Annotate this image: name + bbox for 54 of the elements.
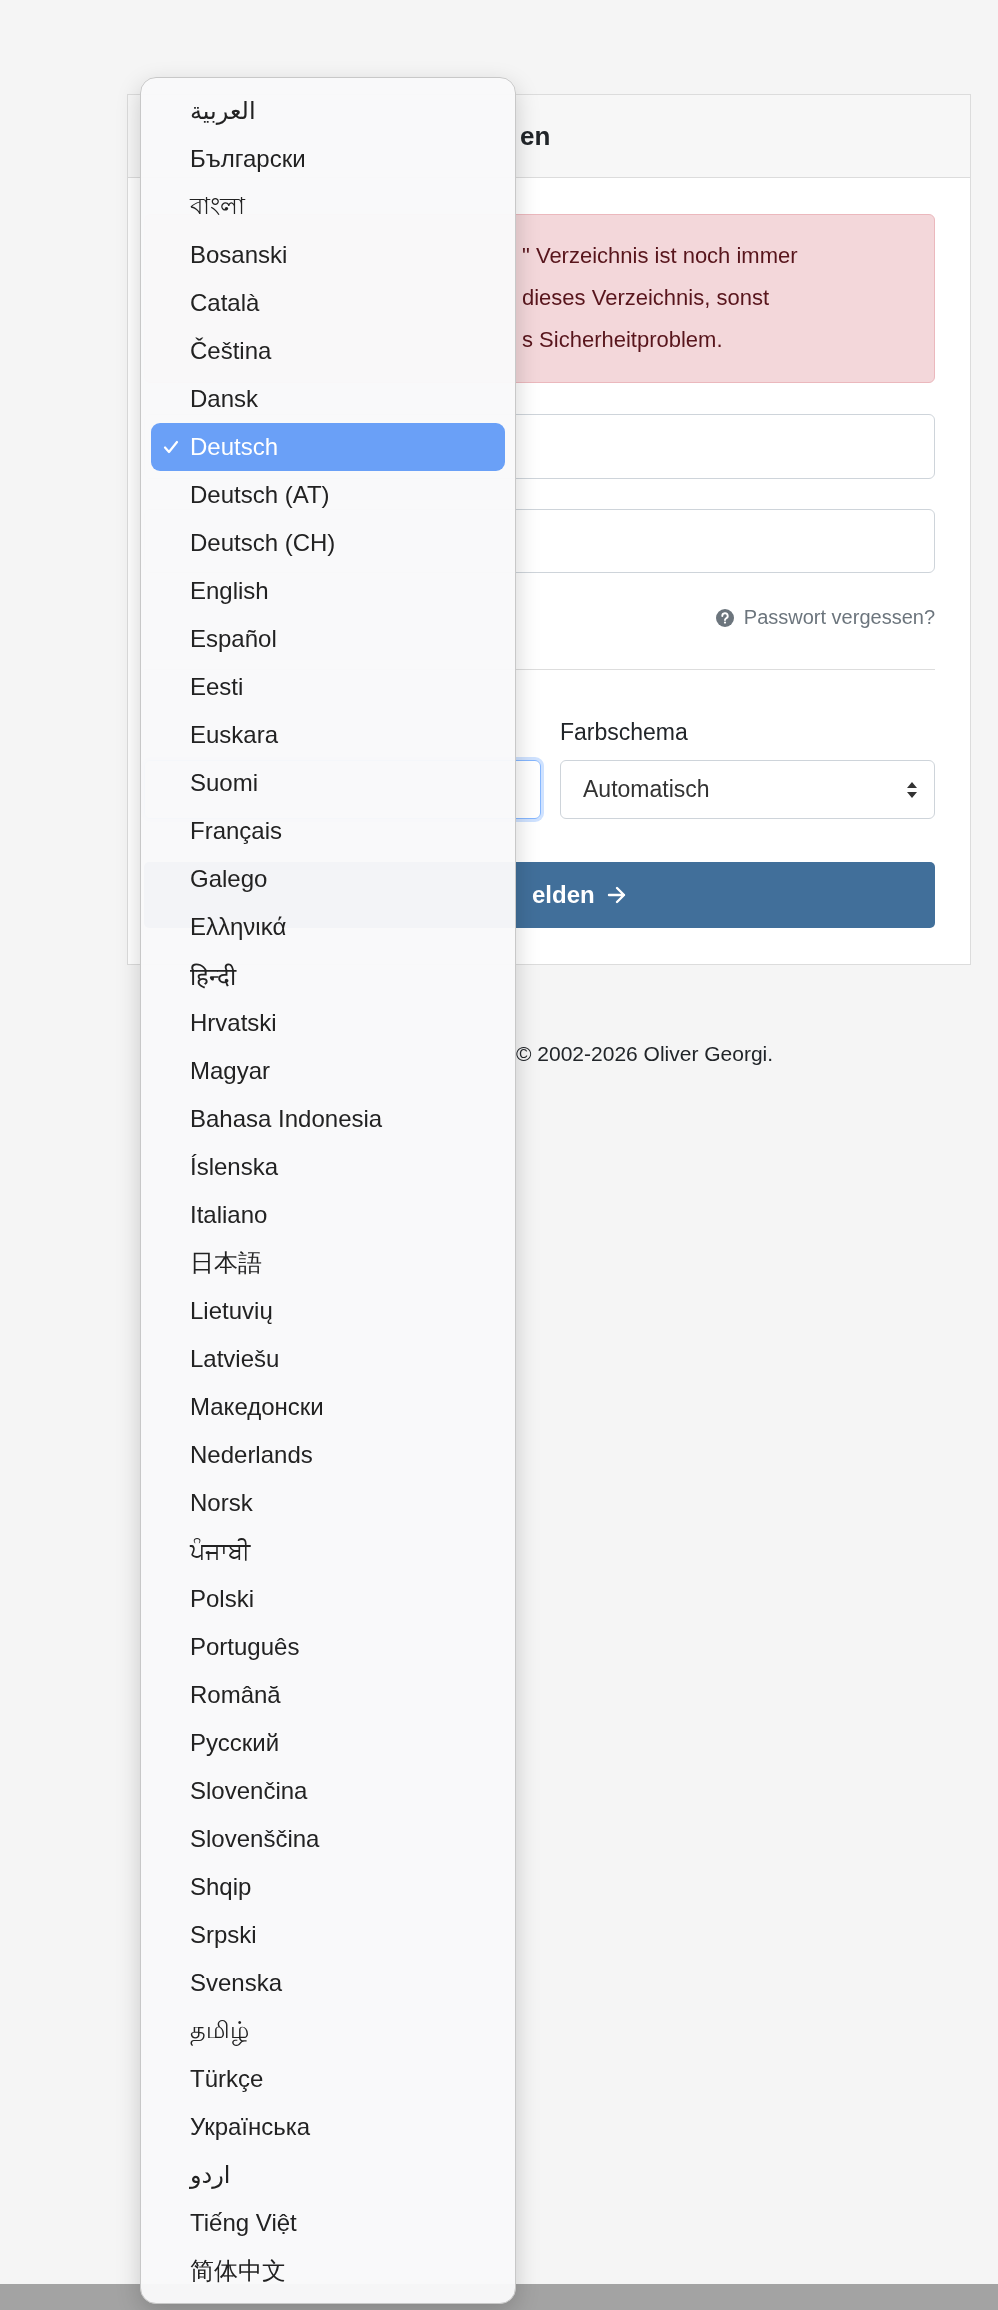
language-option[interactable]: Български: [151, 135, 505, 183]
forgot-password-link[interactable]: Passwort vergessen?: [743, 606, 935, 629]
alert-text: s Sicherheitproblem.: [522, 325, 723, 354]
copyright-text: © 2002-2026 Oliver Georgi.: [515, 1042, 775, 1066]
language-option[interactable]: Українська: [151, 2103, 505, 2151]
language-option[interactable]: English: [151, 567, 505, 615]
language-option[interactable]: Македонски: [151, 1383, 505, 1431]
language-option[interactable]: 日本語: [151, 1239, 505, 1287]
language-option[interactable]: Čeština: [151, 327, 505, 375]
language-option[interactable]: Română: [151, 1671, 505, 1719]
language-option[interactable]: Bahasa Indonesia: [151, 1095, 505, 1143]
language-option[interactable]: தமிழ்: [151, 2007, 505, 2055]
language-option[interactable]: Slovenščina: [151, 1815, 505, 1863]
language-option[interactable]: Türkçe: [151, 2055, 505, 2103]
language-option[interactable]: Tiếng Việt: [151, 2199, 505, 2247]
language-option[interactable]: اردو: [151, 2151, 505, 2199]
language-option[interactable]: العربية: [151, 87, 505, 135]
language-option[interactable]: Hrvatski: [151, 999, 505, 1047]
language-option[interactable]: Magyar: [151, 1047, 505, 1095]
language-option[interactable]: Latviešu: [151, 1335, 505, 1383]
alert-text: dieses Verzeichnis, sonst: [522, 283, 770, 312]
language-option[interactable]: Slovenčina: [151, 1767, 505, 1815]
language-option[interactable]: Shqip: [151, 1863, 505, 1911]
language-option[interactable]: Català: [151, 279, 505, 327]
alert-text: " Verzeichnis ist noch immer: [522, 241, 798, 270]
language-option[interactable]: Euskara: [151, 711, 505, 759]
language-option[interactable]: Dansk: [151, 375, 505, 423]
language-option[interactable]: हिन्दी: [151, 951, 505, 999]
language-option[interactable]: ਪੰਜਾਬੀ: [151, 1527, 505, 1575]
language-option[interactable]: Nederlands: [151, 1431, 505, 1479]
select-label: Farbschema: [560, 719, 689, 746]
language-option[interactable]: Íslenska: [151, 1143, 505, 1191]
card-title: en: [520, 120, 551, 152]
language-option[interactable]: Suomi: [151, 759, 505, 807]
language-option[interactable]: Français: [151, 807, 505, 855]
language-option[interactable]: Italiano: [151, 1191, 505, 1239]
language-option[interactable]: Português: [151, 1623, 505, 1671]
language-option[interactable]: বাংলা: [151, 183, 505, 231]
language-option[interactable]: Русский: [151, 1719, 505, 1767]
language-option[interactable]: Español: [151, 615, 505, 663]
language-option[interactable]: Eesti: [151, 663, 505, 711]
language-option[interactable]: Lietuvių: [151, 1287, 505, 1335]
language-option[interactable]: Norsk: [151, 1479, 505, 1527]
language-option[interactable]: Svenska: [151, 1959, 505, 2007]
language-option[interactable]: Deutsch (CH): [151, 519, 505, 567]
check-icon: [163, 439, 179, 455]
color-scheme-select[interactable]: Automatisch: [560, 760, 935, 819]
language-option[interactable]: Srpski: [151, 1911, 505, 1959]
language-option[interactable]: Polski: [151, 1575, 505, 1623]
language-option[interactable]: 简体中文: [151, 2247, 505, 2295]
language-option[interactable]: Deutsch (AT): [151, 471, 505, 519]
arrow-right-icon: [606, 886, 627, 904]
help-icon: [715, 608, 734, 627]
language-option[interactable]: Bosanski: [151, 231, 505, 279]
